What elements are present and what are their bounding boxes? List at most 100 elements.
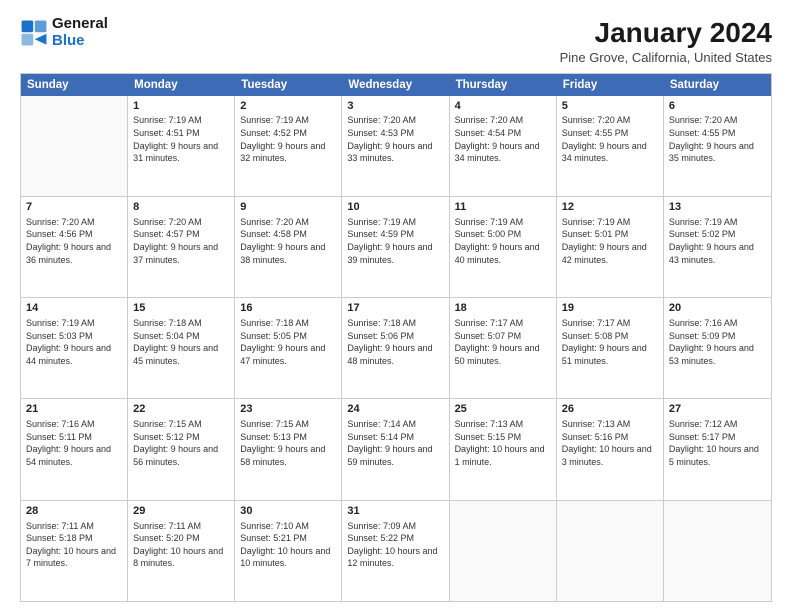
header: General Blue January 2024 Pine Grove, Ca… bbox=[20, 16, 772, 65]
day-number: 12 bbox=[562, 200, 658, 215]
calendar-cell: 2Sunrise: 7:19 AM Sunset: 4:52 PM Daylig… bbox=[235, 96, 342, 196]
calendar-header: SundayMondayTuesdayWednesdayThursdayFrid… bbox=[21, 74, 771, 96]
calendar-cell bbox=[450, 501, 557, 601]
day-number: 1 bbox=[133, 99, 229, 114]
day-number: 20 bbox=[669, 301, 766, 316]
cell-info: Sunrise: 7:13 AM Sunset: 5:16 PM Dayligh… bbox=[562, 418, 658, 468]
cell-info: Sunrise: 7:20 AM Sunset: 4:55 PM Dayligh… bbox=[669, 114, 766, 164]
day-number: 14 bbox=[26, 301, 122, 316]
day-number: 7 bbox=[26, 200, 122, 215]
calendar-cell: 3Sunrise: 7:20 AM Sunset: 4:53 PM Daylig… bbox=[342, 96, 449, 196]
calendar-cell: 9Sunrise: 7:20 AM Sunset: 4:58 PM Daylig… bbox=[235, 197, 342, 297]
day-number: 22 bbox=[133, 402, 229, 417]
calendar-cell bbox=[557, 501, 664, 601]
day-number: 26 bbox=[562, 402, 658, 417]
cell-info: Sunrise: 7:20 AM Sunset: 4:56 PM Dayligh… bbox=[26, 216, 122, 266]
logo: General Blue bbox=[20, 16, 108, 49]
logo-blue: Blue bbox=[52, 33, 108, 50]
cell-info: Sunrise: 7:13 AM Sunset: 5:15 PM Dayligh… bbox=[455, 418, 551, 468]
day-number: 27 bbox=[669, 402, 766, 417]
calendar-header-day: Friday bbox=[557, 74, 664, 96]
day-number: 8 bbox=[133, 200, 229, 215]
calendar-cell: 26Sunrise: 7:13 AM Sunset: 5:16 PM Dayli… bbox=[557, 399, 664, 499]
cell-info: Sunrise: 7:15 AM Sunset: 5:13 PM Dayligh… bbox=[240, 418, 336, 468]
day-number: 25 bbox=[455, 402, 551, 417]
day-number: 16 bbox=[240, 301, 336, 316]
cell-info: Sunrise: 7:10 AM Sunset: 5:21 PM Dayligh… bbox=[240, 520, 336, 570]
title-block: January 2024 Pine Grove, California, Uni… bbox=[560, 16, 772, 65]
day-number: 9 bbox=[240, 200, 336, 215]
calendar-cell: 6Sunrise: 7:20 AM Sunset: 4:55 PM Daylig… bbox=[664, 96, 771, 196]
day-number: 17 bbox=[347, 301, 443, 316]
calendar-cell: 28Sunrise: 7:11 AM Sunset: 5:18 PM Dayli… bbox=[21, 501, 128, 601]
day-number: 28 bbox=[26, 504, 122, 519]
day-number: 2 bbox=[240, 99, 336, 114]
cell-info: Sunrise: 7:09 AM Sunset: 5:22 PM Dayligh… bbox=[347, 520, 443, 570]
calendar-header-day: Monday bbox=[128, 74, 235, 96]
cell-info: Sunrise: 7:20 AM Sunset: 4:54 PM Dayligh… bbox=[455, 114, 551, 164]
calendar-header-day: Sunday bbox=[21, 74, 128, 96]
day-number: 11 bbox=[455, 200, 551, 215]
cell-info: Sunrise: 7:16 AM Sunset: 5:11 PM Dayligh… bbox=[26, 418, 122, 468]
day-number: 4 bbox=[455, 99, 551, 114]
calendar-header-day: Thursday bbox=[450, 74, 557, 96]
logo-icon bbox=[20, 19, 48, 47]
day-number: 15 bbox=[133, 301, 229, 316]
calendar: SundayMondayTuesdayWednesdayThursdayFrid… bbox=[20, 73, 772, 602]
calendar-row: 7Sunrise: 7:20 AM Sunset: 4:56 PM Daylig… bbox=[21, 197, 771, 298]
calendar-cell: 22Sunrise: 7:15 AM Sunset: 5:12 PM Dayli… bbox=[128, 399, 235, 499]
cell-info: Sunrise: 7:19 AM Sunset: 4:52 PM Dayligh… bbox=[240, 114, 336, 164]
cell-info: Sunrise: 7:20 AM Sunset: 4:57 PM Dayligh… bbox=[133, 216, 229, 266]
day-number: 19 bbox=[562, 301, 658, 316]
cell-info: Sunrise: 7:11 AM Sunset: 5:18 PM Dayligh… bbox=[26, 520, 122, 570]
cell-info: Sunrise: 7:18 AM Sunset: 5:05 PM Dayligh… bbox=[240, 317, 336, 367]
logo-text: General Blue bbox=[52, 16, 108, 49]
calendar-cell: 15Sunrise: 7:18 AM Sunset: 5:04 PM Dayli… bbox=[128, 298, 235, 398]
cell-info: Sunrise: 7:19 AM Sunset: 4:59 PM Dayligh… bbox=[347, 216, 443, 266]
cell-info: Sunrise: 7:19 AM Sunset: 5:02 PM Dayligh… bbox=[669, 216, 766, 266]
cell-info: Sunrise: 7:16 AM Sunset: 5:09 PM Dayligh… bbox=[669, 317, 766, 367]
calendar-row: 21Sunrise: 7:16 AM Sunset: 5:11 PM Dayli… bbox=[21, 399, 771, 500]
calendar-row: 1Sunrise: 7:19 AM Sunset: 4:51 PM Daylig… bbox=[21, 96, 771, 197]
calendar-cell: 30Sunrise: 7:10 AM Sunset: 5:21 PM Dayli… bbox=[235, 501, 342, 601]
cell-info: Sunrise: 7:17 AM Sunset: 5:07 PM Dayligh… bbox=[455, 317, 551, 367]
calendar-cell: 1Sunrise: 7:19 AM Sunset: 4:51 PM Daylig… bbox=[128, 96, 235, 196]
day-number: 10 bbox=[347, 200, 443, 215]
calendar-row: 14Sunrise: 7:19 AM Sunset: 5:03 PM Dayli… bbox=[21, 298, 771, 399]
day-number: 3 bbox=[347, 99, 443, 114]
day-number: 23 bbox=[240, 402, 336, 417]
day-number: 30 bbox=[240, 504, 336, 519]
logo-general: General bbox=[52, 16, 108, 33]
calendar-cell: 19Sunrise: 7:17 AM Sunset: 5:08 PM Dayli… bbox=[557, 298, 664, 398]
cell-info: Sunrise: 7:20 AM Sunset: 4:53 PM Dayligh… bbox=[347, 114, 443, 164]
cell-info: Sunrise: 7:11 AM Sunset: 5:20 PM Dayligh… bbox=[133, 520, 229, 570]
calendar-header-day: Saturday bbox=[664, 74, 771, 96]
cell-info: Sunrise: 7:12 AM Sunset: 5:17 PM Dayligh… bbox=[669, 418, 766, 468]
subtitle: Pine Grove, California, United States bbox=[560, 50, 772, 65]
calendar-cell: 27Sunrise: 7:12 AM Sunset: 5:17 PM Dayli… bbox=[664, 399, 771, 499]
day-number: 31 bbox=[347, 504, 443, 519]
calendar-cell bbox=[664, 501, 771, 601]
calendar-cell: 11Sunrise: 7:19 AM Sunset: 5:00 PM Dayli… bbox=[450, 197, 557, 297]
day-number: 29 bbox=[133, 504, 229, 519]
cell-info: Sunrise: 7:20 AM Sunset: 4:58 PM Dayligh… bbox=[240, 216, 336, 266]
calendar-cell: 7Sunrise: 7:20 AM Sunset: 4:56 PM Daylig… bbox=[21, 197, 128, 297]
cell-info: Sunrise: 7:19 AM Sunset: 4:51 PM Dayligh… bbox=[133, 114, 229, 164]
day-number: 5 bbox=[562, 99, 658, 114]
calendar-cell: 14Sunrise: 7:19 AM Sunset: 5:03 PM Dayli… bbox=[21, 298, 128, 398]
calendar-cell: 18Sunrise: 7:17 AM Sunset: 5:07 PM Dayli… bbox=[450, 298, 557, 398]
cell-info: Sunrise: 7:18 AM Sunset: 5:04 PM Dayligh… bbox=[133, 317, 229, 367]
cell-info: Sunrise: 7:19 AM Sunset: 5:03 PM Dayligh… bbox=[26, 317, 122, 367]
calendar-cell: 8Sunrise: 7:20 AM Sunset: 4:57 PM Daylig… bbox=[128, 197, 235, 297]
calendar-cell: 21Sunrise: 7:16 AM Sunset: 5:11 PM Dayli… bbox=[21, 399, 128, 499]
calendar-row: 28Sunrise: 7:11 AM Sunset: 5:18 PM Dayli… bbox=[21, 501, 771, 601]
calendar-cell: 12Sunrise: 7:19 AM Sunset: 5:01 PM Dayli… bbox=[557, 197, 664, 297]
calendar-cell: 4Sunrise: 7:20 AM Sunset: 4:54 PM Daylig… bbox=[450, 96, 557, 196]
calendar-cell: 31Sunrise: 7:09 AM Sunset: 5:22 PM Dayli… bbox=[342, 501, 449, 601]
calendar-header-day: Tuesday bbox=[235, 74, 342, 96]
day-number: 24 bbox=[347, 402, 443, 417]
calendar-cell: 13Sunrise: 7:19 AM Sunset: 5:02 PM Dayli… bbox=[664, 197, 771, 297]
calendar-cell: 29Sunrise: 7:11 AM Sunset: 5:20 PM Dayli… bbox=[128, 501, 235, 601]
cell-info: Sunrise: 7:19 AM Sunset: 5:00 PM Dayligh… bbox=[455, 216, 551, 266]
calendar-cell: 16Sunrise: 7:18 AM Sunset: 5:05 PM Dayli… bbox=[235, 298, 342, 398]
